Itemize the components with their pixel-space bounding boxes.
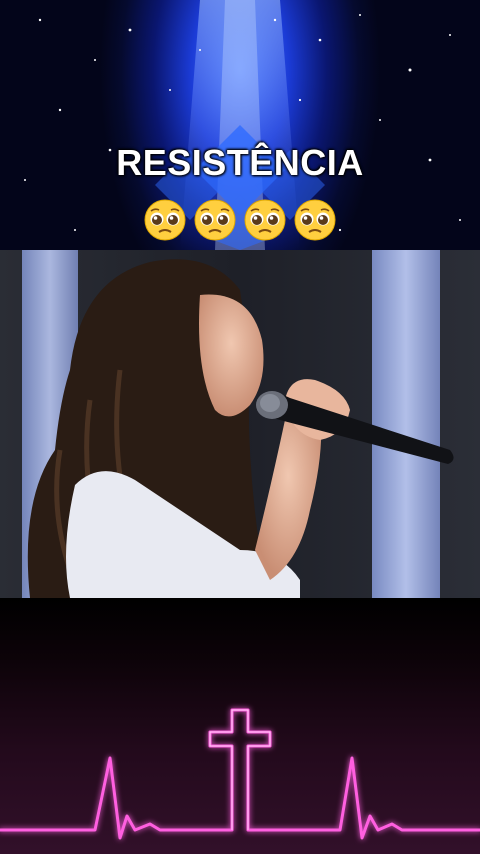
pleading-face-emoji-icon bbox=[294, 199, 336, 241]
top-banner: RESISTÊNCIA bbox=[0, 0, 480, 250]
emoji-row bbox=[0, 198, 480, 244]
video-player[interactable] bbox=[0, 250, 480, 598]
pleading-face-emoji-icon bbox=[194, 199, 236, 241]
heartbeat-section bbox=[0, 598, 480, 854]
banner-title: RESISTÊNCIA bbox=[116, 142, 364, 183]
pleading-face-emoji-icon bbox=[144, 199, 186, 241]
singer-video-frame bbox=[0, 250, 480, 598]
pleading-face-emoji-icon bbox=[244, 199, 286, 241]
heartbeat-cross-icon bbox=[0, 708, 480, 840]
